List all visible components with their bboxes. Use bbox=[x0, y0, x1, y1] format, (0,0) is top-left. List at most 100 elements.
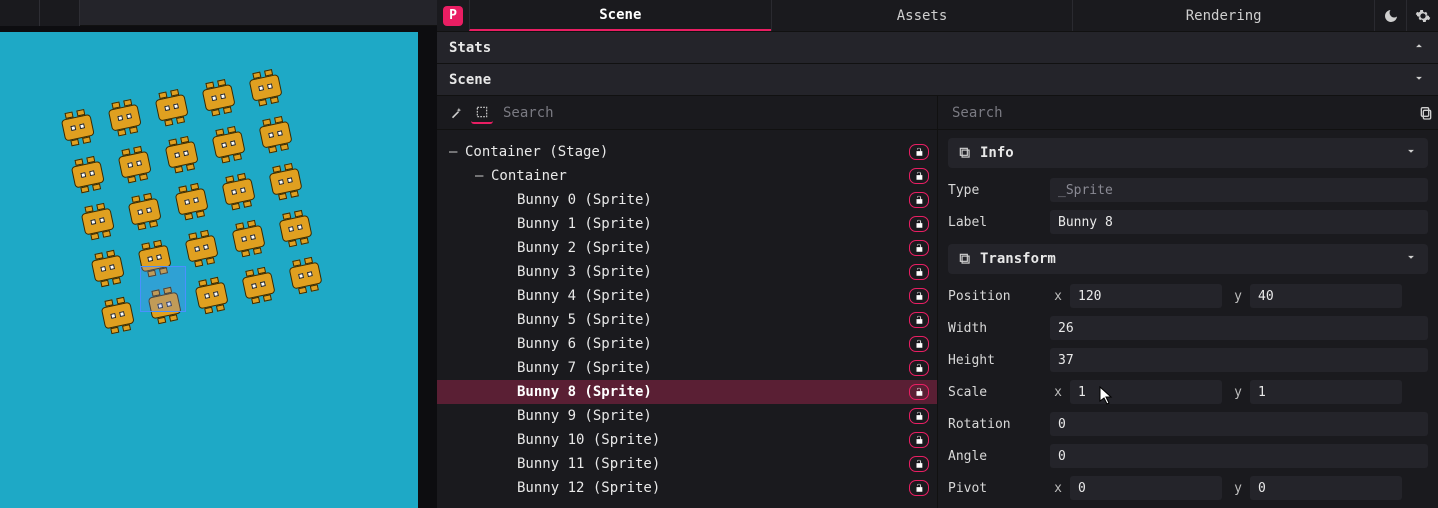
unlock-button[interactable] bbox=[909, 456, 929, 472]
tree-toggle-icon[interactable]: — bbox=[475, 168, 491, 184]
tree-item[interactable]: Bunny 3 (Sprite) bbox=[437, 260, 937, 284]
height-value[interactable]: 37 bbox=[1050, 348, 1428, 372]
unlock-button[interactable] bbox=[909, 144, 929, 160]
bunny-sprite[interactable] bbox=[218, 171, 258, 211]
bunny-sprite[interactable] bbox=[228, 218, 268, 258]
unlock-button[interactable] bbox=[909, 432, 929, 448]
position-x-value[interactable]: 120 bbox=[1070, 284, 1222, 308]
unlock-button[interactable] bbox=[909, 264, 929, 280]
bunny-sprite[interactable] bbox=[255, 115, 295, 155]
tree-item[interactable]: —Container bbox=[437, 164, 937, 188]
position-y-value[interactable]: 40 bbox=[1250, 284, 1402, 308]
settings-button[interactable] bbox=[1406, 0, 1438, 31]
tree-toggle-icon[interactable]: — bbox=[449, 144, 465, 160]
tree-item[interactable]: Bunny 12 (Sprite) bbox=[437, 476, 937, 500]
unlock-button[interactable] bbox=[909, 480, 929, 496]
moon-icon bbox=[1383, 8, 1399, 24]
tree-item[interactable]: Bunny 4 (Sprite) bbox=[437, 284, 937, 308]
bunny-sprite[interactable] bbox=[172, 181, 212, 221]
tab-scene[interactable]: Scene bbox=[469, 0, 771, 31]
unlock-button[interactable] bbox=[909, 240, 929, 256]
stats-section-header[interactable]: Stats bbox=[437, 32, 1438, 64]
unlock-button[interactable] bbox=[909, 216, 929, 232]
tree-item-label: Container (Stage) bbox=[465, 144, 937, 160]
tree-item[interactable]: Bunny 9 (Sprite) bbox=[437, 404, 937, 428]
bunny-sprite[interactable] bbox=[275, 208, 315, 248]
bunny-sprite[interactable] bbox=[58, 108, 98, 148]
tree-list[interactable]: —Container (Stage)—ContainerBunny 0 (Spr… bbox=[437, 130, 937, 508]
bunny-sprite[interactable] bbox=[182, 228, 222, 268]
bunny-sprite[interactable] bbox=[162, 134, 202, 174]
unlock-button[interactable] bbox=[909, 408, 929, 424]
angle-value[interactable]: 0 bbox=[1050, 444, 1428, 468]
bunny-sprite[interactable] bbox=[152, 88, 192, 128]
bunny-sprite[interactable] bbox=[285, 255, 325, 295]
magic-wand-button[interactable] bbox=[445, 102, 467, 124]
bunny-sprite[interactable] bbox=[265, 161, 305, 201]
scene-section-header[interactable]: Scene bbox=[437, 64, 1438, 96]
bunny-sprite[interactable] bbox=[68, 154, 108, 194]
tree-item[interactable]: Bunny 8 (Sprite) bbox=[437, 380, 937, 404]
theme-toggle-button[interactable] bbox=[1374, 0, 1406, 31]
unlock-button[interactable] bbox=[909, 336, 929, 352]
unlock-icon bbox=[914, 483, 924, 493]
unlock-button[interactable] bbox=[909, 192, 929, 208]
transform-section-header[interactable]: Transform bbox=[948, 244, 1428, 274]
tree-item-label: Bunny 4 (Sprite) bbox=[517, 288, 937, 304]
tree-item-label: Bunny 8 (Sprite) bbox=[517, 384, 937, 400]
bunny-sprite[interactable] bbox=[88, 248, 128, 288]
prop-pivot: Pivot x 0 y 0 bbox=[948, 472, 1428, 504]
scale-x-value[interactable]: 1 bbox=[1070, 380, 1222, 404]
tab-assets[interactable]: Assets bbox=[771, 0, 1073, 31]
prop-scale: Scale x 1 y 1 bbox=[948, 376, 1428, 408]
chevron-down-icon bbox=[1412, 71, 1426, 89]
tree-item[interactable]: Bunny 1 (Sprite) bbox=[437, 212, 937, 236]
bunny-sprite[interactable] bbox=[191, 275, 231, 315]
scale-y-value[interactable]: 1 bbox=[1250, 380, 1402, 404]
game-stage[interactable] bbox=[0, 32, 418, 508]
bunny-sprite[interactable] bbox=[199, 78, 239, 118]
unlock-icon bbox=[914, 291, 924, 301]
tree-item-label: Bunny 0 (Sprite) bbox=[517, 192, 937, 208]
tree-item[interactable]: —Container (Stage) bbox=[437, 140, 937, 164]
bunny-sprite[interactable] bbox=[78, 201, 118, 241]
viewport-tab[interactable] bbox=[0, 0, 40, 26]
copy-button[interactable] bbox=[1414, 101, 1438, 125]
pivot-y-value[interactable]: 0 bbox=[1250, 476, 1402, 500]
label-value[interactable]: Bunny 8 bbox=[1050, 210, 1428, 234]
tree-item[interactable]: Bunny 6 (Sprite) bbox=[437, 332, 937, 356]
pixi-logo: P bbox=[437, 0, 469, 31]
bunny-sprite[interactable] bbox=[98, 295, 138, 335]
inspector-search-input[interactable] bbox=[946, 101, 1414, 125]
width-value[interactable]: 26 bbox=[1050, 316, 1428, 340]
bunny-sprite[interactable] bbox=[125, 191, 165, 231]
unlock-icon bbox=[914, 315, 924, 325]
tree-search-input[interactable] bbox=[497, 101, 937, 125]
tab-rendering[interactable]: Rendering bbox=[1072, 0, 1374, 31]
bunny-sprite[interactable] bbox=[238, 265, 278, 305]
unlock-button[interactable] bbox=[909, 312, 929, 328]
unlock-icon bbox=[914, 147, 924, 157]
tree-item[interactable]: Bunny 11 (Sprite) bbox=[437, 452, 937, 476]
bunny-sprite[interactable] bbox=[115, 144, 155, 184]
unlock-button[interactable] bbox=[909, 168, 929, 184]
layers-icon bbox=[958, 252, 972, 266]
rotation-value[interactable]: 0 bbox=[1050, 412, 1428, 436]
unlock-button[interactable] bbox=[909, 384, 929, 400]
tree-item[interactable]: Bunny 10 (Sprite) bbox=[437, 428, 937, 452]
selection-tool-button[interactable] bbox=[471, 102, 493, 124]
bunny-sprite[interactable] bbox=[105, 98, 145, 138]
viewport-tab-filler bbox=[80, 0, 437, 26]
unlock-button[interactable] bbox=[909, 360, 929, 376]
info-section-header[interactable]: Info bbox=[948, 138, 1428, 168]
bunny-sprite[interactable] bbox=[245, 68, 285, 108]
pivot-x-value[interactable]: 0 bbox=[1070, 476, 1222, 500]
tree-item[interactable]: Bunny 7 (Sprite) bbox=[437, 356, 937, 380]
tree-item[interactable]: Bunny 2 (Sprite) bbox=[437, 236, 937, 260]
unlock-button[interactable] bbox=[909, 288, 929, 304]
bunny-sprite[interactable] bbox=[209, 125, 249, 165]
viewport-tab[interactable] bbox=[40, 0, 80, 26]
tree-item[interactable]: Bunny 5 (Sprite) bbox=[437, 308, 937, 332]
tree-item[interactable]: Bunny 0 (Sprite) bbox=[437, 188, 937, 212]
prop-width: Width 26 bbox=[948, 312, 1428, 344]
